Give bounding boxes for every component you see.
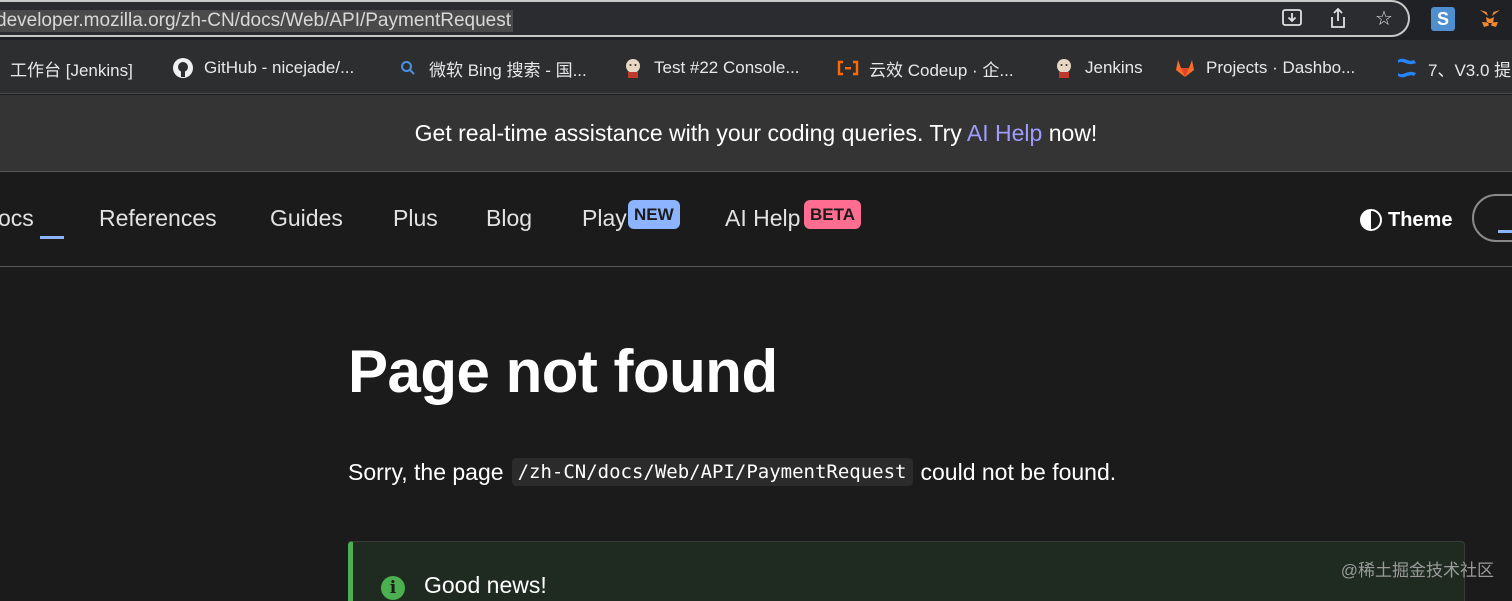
bookmark-item[interactable]: Test #22 Console... [622, 55, 800, 81]
main-content: Page not found Sorry, the page /zh-CN/do… [0, 267, 1512, 601]
bookmark-label: Test #22 Console... [654, 58, 800, 77]
search-input[interactable] [1472, 194, 1512, 242]
nav-blog[interactable]: Blog [486, 205, 532, 232]
bookmark-item[interactable]: Jenkins [1053, 55, 1143, 81]
nav-references[interactable]: References [99, 205, 217, 232]
bookmark-label: 云效 Codeup · 企... [869, 60, 1014, 80]
nav-ai-help[interactable]: AI Help [725, 205, 800, 232]
search-icon [397, 57, 419, 79]
watermark: @稀土掘金技术社区 [1340, 561, 1494, 580]
ai-help-link[interactable]: AI Help [967, 120, 1042, 146]
share-icon[interactable] [1326, 7, 1350, 31]
confluence-icon [1396, 57, 1418, 79]
info-icon: i [381, 576, 405, 600]
notecard-title: Good news! [424, 572, 547, 598]
theme-button[interactable]: Theme [1360, 207, 1452, 233]
url-text[interactable]: developer.mozilla.org/zh-CN/docs/Web/API… [0, 10, 514, 32]
theme-contrast-icon [1360, 209, 1382, 231]
bookmark-item[interactable]: 云效 Codeup · 企... [837, 55, 1014, 81]
bookmark-item[interactable]: Projects · Dashbo... [1174, 55, 1355, 81]
good-news-notecard: i Good news! [348, 541, 1465, 601]
jenkins-icon [622, 57, 644, 79]
bookmark-label: 工作台 [Jenkins] [10, 60, 133, 80]
nav-active-indicator [40, 236, 64, 239]
gitlab-icon [1174, 57, 1196, 79]
nav-plus[interactable]: Plus [393, 205, 438, 232]
bookmark-label: GitHub - nicejade/... [204, 58, 355, 77]
bookmarks-bar: ◖ 工作台 [Jenkins] GitHub - nicejade/... 微软… [0, 40, 1512, 94]
beta-badge: BETA [804, 200, 862, 229]
theme-label: Theme [1388, 208, 1453, 231]
bookmark-label: 7、V3.0 提 [1428, 60, 1512, 80]
not-found-message: Sorry, the page /zh-CN/docs/Web/API/Paym… [348, 458, 1116, 486]
star-icon[interactable]: ☆ [1372, 7, 1396, 31]
main-nav: ocs References Guides Plus Blog Play NEW… [0, 172, 1512, 267]
ai-help-banner: Get real-time assistance with your codin… [0, 95, 1512, 172]
search-caret [1498, 230, 1512, 233]
bookmark-label: 微软 Bing 搜索 - 国... [429, 60, 587, 80]
nav-play[interactable]: Play [582, 205, 627, 232]
bookmark-item[interactable]: 微软 Bing 搜索 - 国... [397, 55, 587, 81]
message-text: Sorry, the page [348, 458, 504, 485]
jenkins-icon: ◖ [0, 57, 4, 79]
github-icon [172, 57, 194, 79]
codeup-icon [837, 57, 859, 79]
nav-docs[interactable]: ocs [0, 205, 34, 232]
page-title: Page not found [348, 338, 778, 405]
banner-text: Get real-time assistance with your codin… [414, 120, 967, 146]
bookmark-item[interactable]: ◖ 工作台 [Jenkins] [0, 55, 133, 81]
extension-s-icon[interactable]: S [1431, 7, 1455, 31]
banner-text-end: now! [1042, 120, 1098, 146]
install-icon[interactable] [1280, 7, 1304, 31]
bookmark-label: Jenkins [1085, 58, 1143, 77]
metamask-icon[interactable] [1478, 7, 1502, 31]
message-text-end: could not be found. [920, 458, 1117, 485]
address-bar[interactable]: developer.mozilla.org/zh-CN/docs/Web/API… [0, 0, 1410, 37]
nav-guides[interactable]: Guides [270, 205, 343, 232]
bookmark-item[interactable]: GitHub - nicejade/... [172, 55, 354, 81]
bookmark-item[interactable]: 7、V3.0 提 [1396, 55, 1511, 81]
missing-path-code: /zh-CN/docs/Web/API/PaymentRequest [511, 458, 913, 486]
new-badge: NEW [628, 200, 680, 229]
browser-toolbar: developer.mozilla.org/zh-CN/docs/Web/API… [0, 0, 1512, 40]
bookmark-label: Projects · Dashbo... [1206, 58, 1356, 77]
jenkins-icon [1053, 57, 1075, 79]
